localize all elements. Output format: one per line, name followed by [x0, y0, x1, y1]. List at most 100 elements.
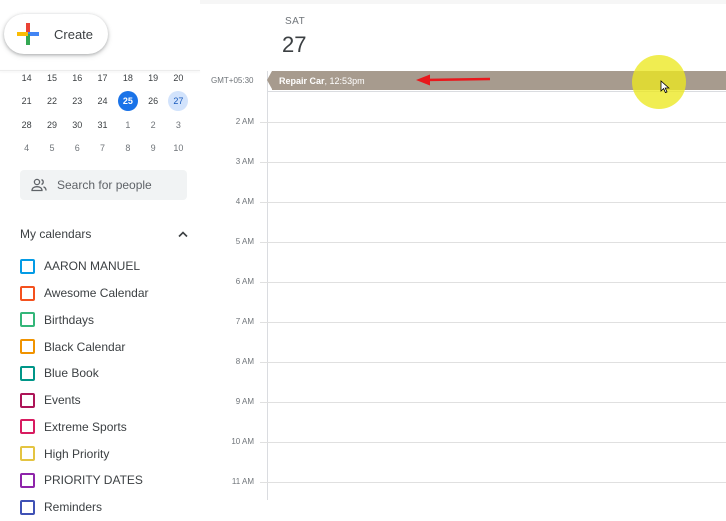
calendar-checkbox[interactable]	[20, 339, 35, 355]
mini-calendar-day[interactable]: 16	[65, 68, 90, 88]
mini-calendar-day[interactable]: 19	[140, 68, 165, 88]
event-text: Repair Car, 12:53pm	[279, 76, 365, 86]
calendar-label: Black Calendar	[44, 339, 126, 354]
calendar-label: Blue Book	[44, 366, 99, 381]
mini-calendar-day[interactable]: 23	[65, 91, 90, 111]
mini-calendar-day[interactable]: 21	[14, 91, 39, 111]
search-people-input[interactable]: Search for people	[20, 170, 187, 200]
calendar-checkbox[interactable]	[20, 499, 35, 515]
mini-calendar-day[interactable]: 2	[140, 115, 165, 135]
calendar-label: Extreme Sports	[44, 419, 127, 434]
calendar-list-item[interactable]: Extreme Sports	[20, 414, 190, 441]
mini-calendar-day[interactable]: 28	[14, 115, 39, 135]
calendar-label: AARON MANUEL	[44, 259, 141, 274]
event-title: Repair Car	[279, 75, 325, 86]
calendar-label: Awesome Calendar	[44, 286, 149, 301]
timezone-label: GMT+05:30	[211, 76, 254, 85]
annotation-arrow-icon	[416, 74, 491, 86]
calendar-label: PRIORITY DATES	[44, 473, 143, 488]
mini-calendar-day[interactable]: 29	[39, 115, 64, 135]
hour-row[interactable]: 6 AM	[200, 277, 726, 292]
calendar-list-item[interactable]: AARON MANUEL	[20, 253, 190, 280]
calendar-checkbox[interactable]	[20, 312, 35, 328]
hour-row[interactable]: 7 AM	[200, 317, 726, 332]
hour-row[interactable]: 9 AM	[200, 397, 726, 412]
mini-calendar-day[interactable]: 3	[166, 115, 191, 135]
mini-calendar-day[interactable]: 1	[115, 115, 140, 135]
cursor-highlight	[632, 55, 686, 109]
mini-calendar-day[interactable]: 10	[166, 138, 191, 158]
mouse-cursor-icon	[660, 80, 670, 94]
calendar-list-item[interactable]: Awesome Calendar	[20, 280, 190, 307]
calendar-list-item[interactable]: Black Calendar	[20, 333, 190, 360]
event-time: 12:53pm	[329, 75, 365, 86]
mini-calendar-day[interactable]: 20	[166, 68, 191, 88]
mini-calendar-day[interactable]: 31	[90, 115, 115, 135]
calendar-checkbox[interactable]	[20, 365, 35, 381]
calendar-list-item[interactable]: Events	[20, 387, 190, 414]
hour-label: 2 AM	[235, 117, 254, 126]
hour-row[interactable]: 8 AM	[200, 357, 726, 372]
chevron-up-icon[interactable]	[178, 230, 188, 238]
calendar-checkbox[interactable]	[20, 419, 35, 435]
calendar-label: Reminders	[44, 500, 103, 515]
calendar-checkbox[interactable]	[20, 446, 35, 462]
calendar-checkbox[interactable]	[20, 285, 35, 301]
mini-calendar-day[interactable]: 8	[115, 138, 140, 158]
mini-calendar-day[interactable]: 18	[115, 68, 140, 88]
mini-calendar-day[interactable]: 17	[90, 68, 115, 88]
mini-calendar-day[interactable]: 14	[14, 68, 39, 88]
hour-row[interactable]: 11 AM	[200, 477, 726, 492]
hour-label: 3 AM	[235, 157, 254, 166]
create-button[interactable]: Create	[4, 14, 108, 54]
my-calendars-header[interactable]: My calendars	[20, 226, 188, 242]
hour-gridline	[260, 162, 726, 163]
hour-row[interactable]: 3 AM	[200, 157, 726, 172]
hour-label: 9 AM	[235, 397, 254, 406]
calendar-checkbox[interactable]	[20, 472, 35, 488]
day-name: SAT	[285, 16, 306, 27]
calendar-checkbox[interactable]	[20, 392, 35, 408]
mini-calendar-day[interactable]: 4	[14, 138, 39, 158]
hour-label: 11 AM	[231, 477, 254, 486]
mini-calendar-week: 14 15 16 17 18 19 20	[14, 66, 192, 90]
calendar-list-item[interactable]: PRIORITY DATES	[20, 467, 190, 494]
mini-calendar-day[interactable]: 5	[39, 138, 64, 158]
mini-calendar-week: 28 29 30 31 1 2 3	[14, 113, 192, 137]
mini-calendar-day[interactable]: 25	[117, 91, 138, 112]
sidebar: Create 14 15 16 17 18 19 20 21 22 23 24 25 26 27 28 29 3…	[0, 0, 200, 515]
mini-calendar-day[interactable]: 22	[39, 91, 64, 111]
hour-label: 5 AM	[235, 237, 254, 246]
create-label: Create	[54, 26, 94, 42]
search-people-placeholder: Search for people	[57, 178, 152, 192]
mini-calendar-day[interactable]: 7	[90, 138, 115, 158]
mini-calendar-day[interactable]: 24	[90, 91, 115, 111]
calendar-list-item[interactable]: High Priority	[20, 440, 190, 467]
mini-calendar-day[interactable]: 26	[140, 91, 165, 111]
day-view: SAT 27 GMT+05:30 2 AM 3 AM 4 AM 5 AM 6 AM 7 A…	[200, 0, 726, 500]
calendar-list-item[interactable]: Birthdays	[20, 307, 190, 334]
mini-calendar-day[interactable]: 6	[65, 138, 90, 158]
hour-row[interactable]: 2 AM	[200, 117, 726, 132]
calendar-label: Birthdays	[44, 312, 95, 327]
hour-gridline	[260, 482, 726, 483]
hour-label: 8 AM	[235, 357, 254, 366]
mini-calendar-day[interactable]: 15	[39, 68, 64, 88]
mini-calendar-day[interactable]: 30	[65, 115, 90, 135]
plus-icon	[17, 23, 39, 45]
hour-row[interactable]: 4 AM	[200, 197, 726, 212]
mini-calendar: 14 15 16 17 18 19 20 21 22 23 24 25 26 27 28 29 30 31 1 2 3 4…	[14, 66, 192, 160]
calendar-list-item[interactable]: Reminders	[20, 494, 190, 521]
hour-label: 7 AM	[235, 317, 254, 326]
calendar-list-item[interactable]: Blue Book	[20, 360, 190, 387]
calendar-checkbox[interactable]	[20, 258, 35, 274]
mini-calendar-day[interactable]: 27	[168, 91, 189, 112]
hour-label: 10 AM	[231, 437, 254, 446]
mini-calendar-day[interactable]: 9	[140, 138, 165, 158]
hour-gridline	[260, 122, 726, 123]
hour-row[interactable]: 10 AM	[200, 437, 726, 452]
my-calendars-list: AARON MANUEL Awesome Calendar Birthdays Bla…	[20, 253, 190, 521]
day-number[interactable]: 27	[282, 32, 306, 58]
hour-gridline	[260, 402, 726, 403]
hour-row[interactable]: 5 AM	[200, 237, 726, 252]
